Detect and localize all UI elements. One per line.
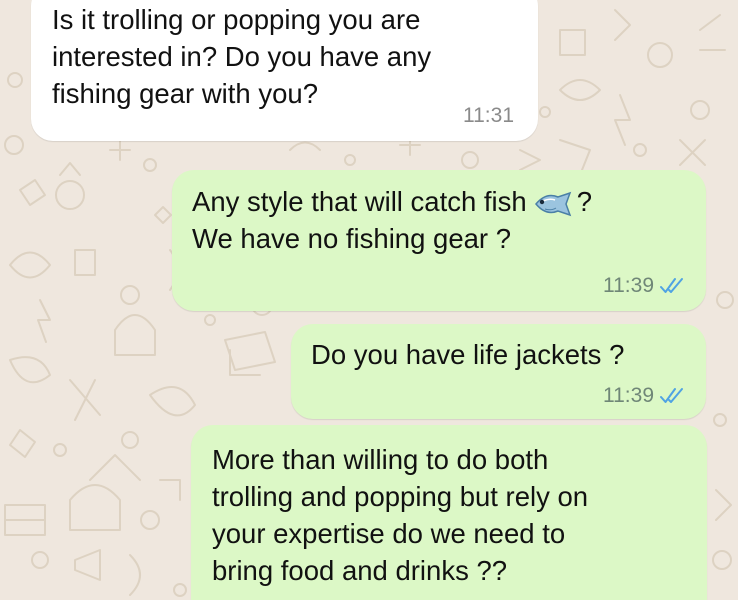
outgoing-message-bubble[interactable]: Any style that will catch fish? We have …: [172, 170, 706, 311]
double-check-read-icon: [660, 277, 686, 295]
message-text-line: your expertise do we need to: [212, 518, 566, 549]
message-text-segment: ?: [576, 186, 593, 217]
message-meta: 11:39: [603, 274, 686, 298]
message-timestamp: 11:31: [463, 104, 514, 127]
message-text-line: Do you have life jackets ?: [311, 339, 625, 370]
message-text-line: We have no fishing gear ?: [192, 223, 512, 254]
message-text-line: trolling and popping but rely on: [212, 481, 589, 512]
message-text-line: More than willing to do both: [212, 444, 549, 475]
message-text-line: Any style that will catch fish?: [192, 183, 706, 220]
message-text-line: Is it trolling or popping you are: [52, 4, 421, 35]
message-timestamp: 11:39: [603, 274, 654, 297]
message-text-line: bring food and drinks ??: [212, 555, 508, 586]
outgoing-message-bubble[interactable]: Do you have life jackets ? 11:39: [291, 324, 706, 419]
double-check-read-icon: [660, 387, 686, 405]
fish-emoji-icon: [533, 190, 573, 218]
message-text-line: interested in? Do you have any: [52, 41, 432, 72]
message-meta: 11:39: [603, 384, 686, 408]
message-text-segment: Any style that will catch fish: [192, 186, 527, 217]
message-timestamp: 11:39: [603, 384, 654, 407]
incoming-message-bubble[interactable]: Is it trolling or popping you are intere…: [31, 0, 538, 141]
message-meta: 11:31: [463, 104, 514, 128]
outgoing-message-bubble[interactable]: More than willing to do both trolling an…: [191, 425, 707, 600]
